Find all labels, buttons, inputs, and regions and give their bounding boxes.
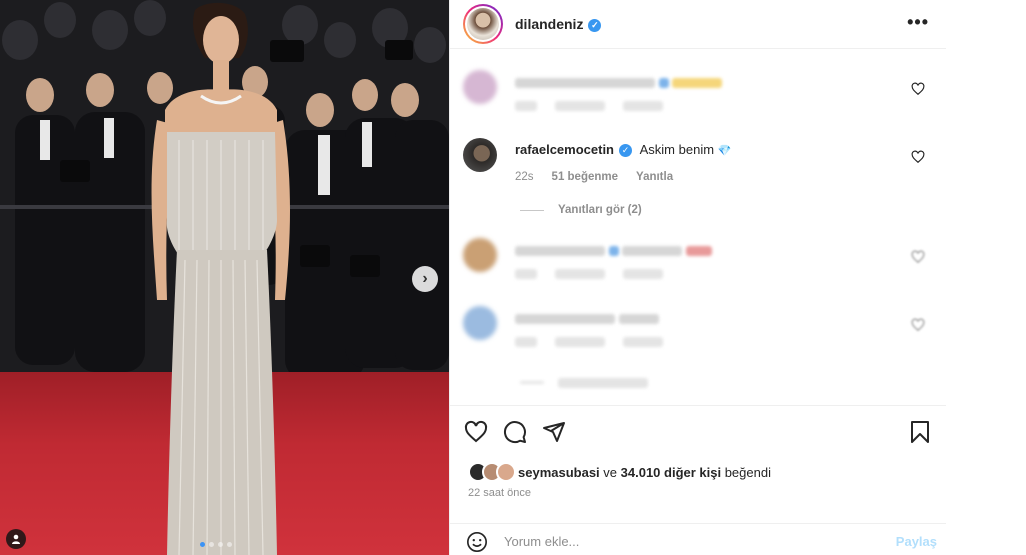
liker-username[interactable]: seymasubasi: [518, 465, 600, 480]
carousel-dot: [209, 542, 214, 547]
post-actions: seymasubasi ve 34.010 diğer kişi beğendi…: [450, 405, 947, 553]
page-margin: [946, 0, 1026, 555]
carousel-dot: [218, 542, 223, 547]
post-comment-button[interactable]: Paylaş: [896, 534, 937, 549]
comment-like-icon[interactable]: [911, 150, 925, 164]
comment-text: Askim benim: [639, 142, 715, 157]
verified-badge-icon: ✓: [619, 144, 632, 158]
comment-username[interactable]: rafaelcemocetin: [515, 142, 614, 157]
see-replies-blurred: [520, 374, 649, 392]
comment-icon[interactable]: [503, 420, 527, 444]
carousel-dot-active: [200, 542, 205, 547]
comment-age: 22s: [515, 171, 534, 184]
comment-avatar[interactable]: [463, 70, 497, 104]
comment-like-icon[interactable]: [911, 82, 925, 96]
tag-user-icon[interactable]: [6, 529, 26, 549]
heart-icon[interactable]: [464, 420, 488, 444]
share-icon[interactable]: [542, 420, 566, 444]
reply-button[interactable]: Yanıtla: [636, 171, 673, 183]
post-header: dilandeniz ✓ •••: [450, 0, 947, 49]
post-side-panel: dilandeniz ✓ ••• rafaelcemocetin ✓ Askim…: [449, 0, 947, 555]
verified-badge-icon: ✓: [588, 18, 602, 32]
post-photo[interactable]: ›: [0, 0, 449, 555]
comment-input[interactable]: [504, 534, 896, 549]
owner-username[interactable]: dilandeniz ✓: [515, 16, 602, 32]
owner-avatar[interactable]: [463, 4, 503, 44]
next-arrow-icon[interactable]: ›: [412, 266, 438, 292]
comment-avatar[interactable]: [463, 238, 497, 272]
likes-count[interactable]: 34.010 diğer kişi: [621, 465, 721, 480]
post-time: 22 saat önce: [468, 487, 531, 499]
comment-avatar[interactable]: [463, 138, 497, 172]
likes-summary[interactable]: seymasubasi ve 34.010 diğer kişi beğendi: [468, 462, 771, 482]
comment-bar: Paylaş: [450, 523, 947, 555]
bookmark-icon[interactable]: [909, 420, 931, 444]
comment-like-icon[interactable]: [911, 250, 925, 264]
carousel-dot: [227, 542, 232, 547]
woman-in-gown: [151, 2, 290, 555]
emoji-icon[interactable]: [466, 531, 488, 553]
comment-likes-count[interactable]: 51 beğenme: [552, 171, 618, 183]
gem-emoji-icon: 💎: [717, 145, 732, 157]
comment-like-icon[interactable]: [911, 318, 925, 332]
likes-connector: ve: [599, 464, 621, 480]
more-icon[interactable]: •••: [907, 12, 929, 33]
carousel-dots: [200, 542, 232, 547]
liker-avatars: [468, 462, 516, 482]
likes-suffix: beğendi: [721, 464, 771, 480]
see-replies-button[interactable]: Yanıtları gör (2): [520, 204, 642, 216]
comment-avatar[interactable]: [463, 306, 497, 340]
